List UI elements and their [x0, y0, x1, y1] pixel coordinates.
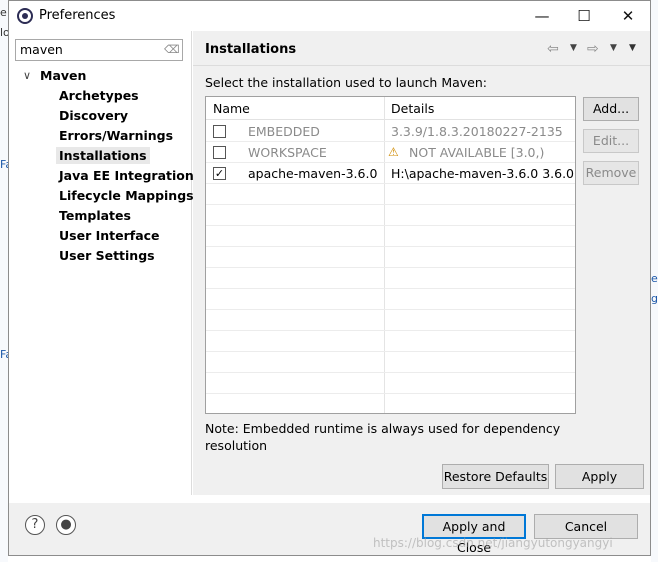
tree-item-errors-warnings[interactable]: Errors/Warnings: [59, 128, 173, 143]
preference-page: Installations ⇦ ▼ ⇨ ▼ ▼ Select the insta…: [193, 31, 650, 495]
back-menu-chevron-icon[interactable]: ▼: [570, 43, 577, 53]
installation-details: H:\apache-maven-3.6.0 3.6.0: [391, 166, 575, 181]
table-row[interactable]: EMBEDDED 3.3.9/1.8.3.20180227-2135: [206, 121, 575, 142]
tree-item-user-interface[interactable]: User Interface: [59, 228, 160, 243]
background-window-right: e g: [651, 0, 658, 562]
tree-item-maven[interactable]: Maven: [40, 68, 86, 83]
clear-filter-icon[interactable]: ⌫: [164, 43, 180, 57]
background-text-fragment: g: [651, 292, 658, 305]
column-header-name[interactable]: Name: [213, 101, 250, 116]
dialog-body: maven ⌫ ∨ Maven Archetypes Discovery Err…: [9, 31, 650, 503]
table-row-empty: [206, 184, 575, 205]
warning-icon: ⚠: [388, 145, 399, 159]
table-row-empty: [206, 310, 575, 331]
filter-input[interactable]: maven ⌫: [15, 39, 183, 61]
forward-menu-chevron-icon[interactable]: ▼: [610, 43, 617, 53]
tree-item-java-ee-integration[interactable]: Java EE Integration: [59, 168, 194, 183]
background-text-fragment: e: [0, 6, 7, 19]
restore-defaults-button[interactable]: Restore Defaults: [442, 464, 549, 489]
background-text-fragment: e: [651, 272, 658, 285]
eclipse-icon: [17, 8, 33, 24]
table-row-empty: [206, 268, 575, 289]
tree-item-templates[interactable]: Templates: [59, 208, 131, 223]
title-bar[interactable]: Preferences — ☐ ✕: [9, 1, 650, 31]
preferences-import-icon[interactable]: ●: [56, 515, 76, 535]
tree-item-discovery[interactable]: Discovery: [59, 108, 128, 123]
apply-button[interactable]: Apply: [555, 464, 644, 489]
table-row-empty: [206, 394, 575, 413]
back-arrow-icon[interactable]: ⇦: [547, 41, 559, 57]
table-row-empty: [206, 247, 575, 268]
minimize-button[interactable]: —: [527, 5, 557, 27]
page-title: Installations: [205, 42, 297, 57]
installation-name: WORKSPACE: [248, 145, 327, 160]
installations-prompt: Select the installation used to launch M…: [205, 75, 487, 90]
row-checkbox[interactable]: [213, 125, 226, 138]
table-row-empty: [206, 289, 575, 310]
help-icon[interactable]: ?: [25, 515, 45, 535]
table-row[interactable]: ✓ apache-maven-3.6.0 H:\apache-maven-3.6…: [206, 163, 575, 184]
installation-details: NOT AVAILABLE [3.0,): [409, 145, 545, 160]
filter-input-value: maven: [20, 42, 63, 57]
row-checkbox-checked[interactable]: ✓: [213, 167, 226, 180]
preference-tree-pane: maven ⌫ ∨ Maven Archetypes Discovery Err…: [9, 31, 194, 495]
view-menu-icon[interactable]: ▼: [629, 43, 636, 53]
installation-name: apache-maven-3.6.0: [248, 166, 378, 181]
watermark: https://blog.csdn.net/jiangyutongyangyi: [373, 536, 613, 550]
page-header: Installations ⇦ ▼ ⇨ ▼ ▼: [193, 31, 650, 66]
table-row-empty: [206, 205, 575, 226]
row-checkbox[interactable]: [213, 146, 226, 159]
preferences-dialog: Preferences — ☐ ✕ maven ⌫ ∨ Maven Archet…: [8, 0, 651, 556]
table-row-empty: [206, 331, 575, 352]
remove-button[interactable]: Remove: [583, 161, 639, 185]
embedded-runtime-note: Note: Embedded runtime is always used fo…: [205, 421, 561, 453]
table-row-empty: [206, 373, 575, 394]
background-window-left: e lo Fa Fa: [0, 0, 12, 562]
installations-table[interactable]: Name Details EMBEDDED 3.3.9/1.8.3.201802…: [205, 96, 576, 414]
edit-button[interactable]: Edit...: [583, 129, 639, 153]
table-row-empty: [206, 226, 575, 247]
tree-item-installations[interactable]: Installations: [56, 147, 150, 164]
column-header-details[interactable]: Details: [391, 101, 434, 116]
table-row-empty: [206, 352, 575, 373]
table-row[interactable]: WORKSPACE ⚠ NOT AVAILABLE [3.0,): [206, 142, 575, 163]
maximize-button[interactable]: ☐: [569, 5, 599, 27]
installation-name: EMBEDDED: [248, 124, 320, 139]
table-header: Name Details: [206, 97, 575, 120]
add-button[interactable]: Add...: [583, 97, 639, 121]
close-button[interactable]: ✕: [613, 5, 643, 27]
installation-details: 3.3.9/1.8.3.20180227-2135: [391, 124, 563, 139]
window-title: Preferences: [39, 8, 116, 23]
tree-item-archetypes[interactable]: Archetypes: [59, 88, 139, 103]
chevron-down-icon[interactable]: ∨: [23, 69, 31, 82]
tree-item-lifecycle-mappings[interactable]: Lifecycle Mappings: [59, 188, 194, 203]
forward-arrow-icon[interactable]: ⇨: [587, 41, 599, 57]
tree-item-user-settings[interactable]: User Settings: [59, 248, 155, 263]
